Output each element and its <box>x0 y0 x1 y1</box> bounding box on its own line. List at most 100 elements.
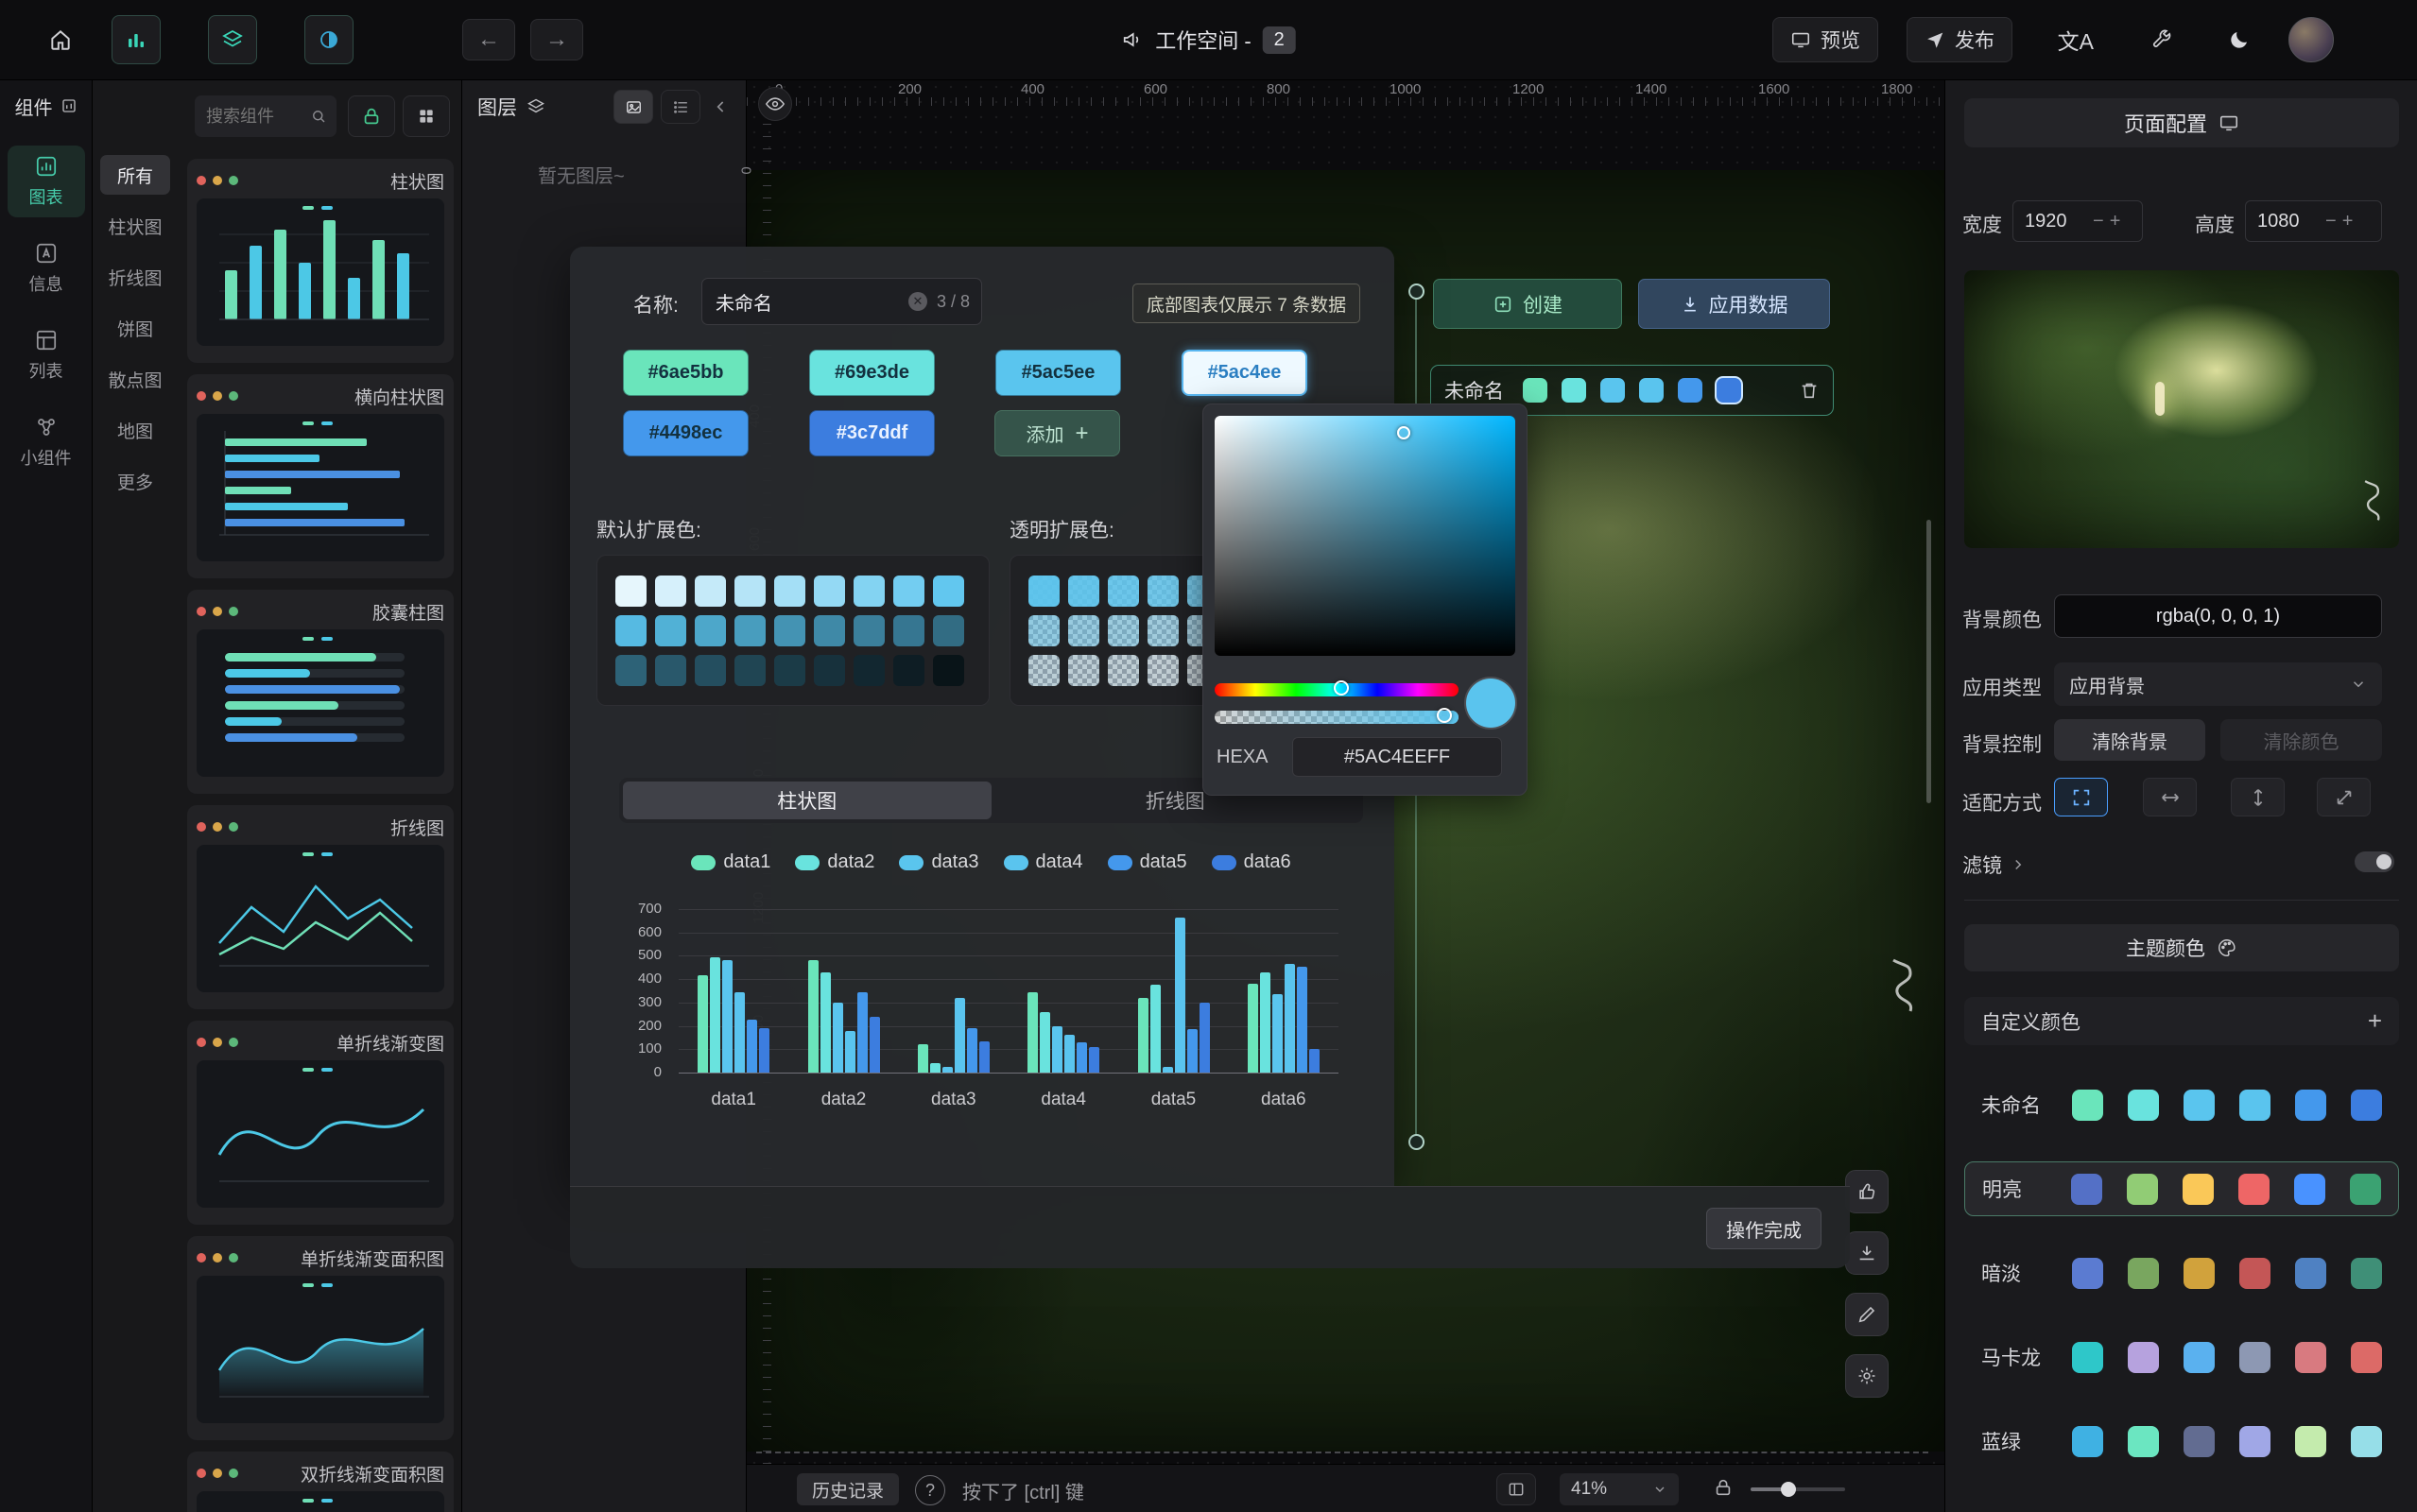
extended-color-swatch[interactable] <box>655 615 686 646</box>
theme-row-明亮[interactable]: 明亮 <box>1964 1161 2399 1216</box>
extended-color-swatch[interactable] <box>655 655 686 686</box>
history-button[interactable]: 历史记录 <box>797 1473 899 1505</box>
item-color-swatch[interactable] <box>1523 378 1547 403</box>
hue-slider[interactable] <box>1215 683 1459 696</box>
publish-button[interactable]: 发布 <box>1907 17 2012 62</box>
legend-item-data3[interactable]: data3 <box>899 851 978 873</box>
trash-icon[interactable] <box>1799 380 1820 401</box>
extended-color-swatch[interactable] <box>774 655 805 686</box>
extended-color-swatch[interactable] <box>854 655 885 686</box>
legend-item-data2[interactable]: data2 <box>795 851 874 873</box>
color-chip-#5ac4ee[interactable]: #5ac4ee <box>1182 350 1307 396</box>
color-chip-#4498ec[interactable]: #4498ec <box>623 410 749 456</box>
extended-color-swatch[interactable] <box>814 655 845 686</box>
page-width-input[interactable] <box>2023 210 2087 233</box>
theme-row-未命名[interactable]: 未命名 <box>1964 1077 2399 1132</box>
plus-stepper-icon[interactable]: + <box>2110 211 2121 232</box>
layout-grid-button[interactable] <box>403 95 450 137</box>
transparent-color-swatch[interactable] <box>1108 576 1139 607</box>
alpha-slider[interactable] <box>1215 711 1459 724</box>
layers-list-view-button[interactable] <box>661 90 700 124</box>
download-button[interactable] <box>1845 1231 1889 1275</box>
extended-color-swatch[interactable] <box>814 615 845 646</box>
zoom-lock-icon[interactable] <box>1713 1477 1734 1498</box>
transparent-color-swatch[interactable] <box>1028 655 1060 686</box>
clear-background-button[interactable]: 清除背景 <box>2054 719 2205 761</box>
transparent-color-swatch[interactable] <box>1108 615 1139 646</box>
zoom-select[interactable]: 41% <box>1560 1473 1679 1505</box>
extended-color-swatch[interactable] <box>933 576 964 607</box>
transparent-color-swatch[interactable] <box>1068 615 1099 646</box>
alpha-slider-thumb[interactable] <box>1437 708 1452 723</box>
chevron-right-icon[interactable] <box>2010 856 2027 873</box>
extended-color-swatch[interactable] <box>695 615 726 646</box>
hue-slider-thumb[interactable] <box>1334 680 1349 696</box>
selection-handle-top[interactable] <box>1408 284 1424 300</box>
add-custom-color-icon[interactable]: + <box>2368 1006 2382 1036</box>
clear-color-button[interactable]: 清除颜色 <box>2220 719 2382 761</box>
item-color-swatch[interactable] <box>1639 378 1664 403</box>
extended-color-swatch[interactable] <box>695 655 726 686</box>
extended-color-swatch[interactable] <box>655 576 686 607</box>
height-input[interactable]: − + <box>2245 200 2382 242</box>
extended-color-swatch[interactable] <box>774 615 805 646</box>
apply-data-button[interactable]: 应用数据 <box>1638 279 1830 329</box>
saturation-area[interactable] <box>1215 416 1515 656</box>
extended-color-swatch[interactable] <box>893 576 924 607</box>
plus-stepper-icon[interactable]: + <box>2342 211 2354 232</box>
preview-panel-button[interactable] <box>1496 1473 1536 1505</box>
lock-library-button[interactable] <box>348 95 395 137</box>
component-card-折线图[interactable]: 折线图 <box>187 805 454 1009</box>
extended-color-swatch[interactable] <box>893 615 924 646</box>
extended-color-swatch[interactable] <box>734 576 766 607</box>
avatar[interactable] <box>2288 17 2334 62</box>
fit-screen-button[interactable] <box>2054 778 2108 816</box>
legend-item-data5[interactable]: data5 <box>1108 851 1187 873</box>
name-input[interactable]: ✕ 3 / 8 <box>701 278 982 325</box>
category-所有[interactable]: 所有 <box>100 155 170 195</box>
home-button[interactable] <box>36 15 85 64</box>
bg-color-input[interactable] <box>2054 594 2382 638</box>
extended-color-swatch[interactable] <box>734 615 766 646</box>
canvas-scrollbar[interactable] <box>1926 520 1931 803</box>
background-image-preview[interactable] <box>1964 270 2399 548</box>
extended-color-swatch[interactable] <box>893 655 924 686</box>
preview-button[interactable]: 预览 <box>1772 17 1878 62</box>
zoom-slider-thumb[interactable] <box>1781 1482 1796 1497</box>
component-search-input[interactable] <box>195 95 337 137</box>
language-button[interactable]: 文A <box>2058 24 2094 56</box>
category-折线图[interactable]: 折线图 <box>100 257 170 297</box>
extended-color-swatch[interactable] <box>774 576 805 607</box>
extended-color-swatch[interactable] <box>615 615 647 646</box>
legend-item-data6[interactable]: data6 <box>1212 851 1291 873</box>
color-chip-#69e3de[interactable]: #69e3de <box>809 350 935 396</box>
like-button[interactable] <box>1845 1170 1889 1213</box>
chart-mode-button[interactable] <box>112 15 161 64</box>
transparent-color-swatch[interactable] <box>1068 655 1099 686</box>
component-card-胶囊柱图[interactable]: 胶囊柱图 <box>187 590 454 794</box>
category-柱状图[interactable]: 柱状图 <box>100 206 170 246</box>
category-更多[interactable]: 更多 <box>100 461 170 501</box>
app-type-select[interactable]: 应用背景 <box>2054 662 2382 706</box>
rail-item-图表[interactable]: 图表 <box>8 146 85 217</box>
item-color-swatch[interactable] <box>1600 378 1625 403</box>
clear-input-icon[interactable]: ✕ <box>908 292 927 311</box>
fit-width-button[interactable] <box>2143 778 2197 816</box>
category-散点图[interactable]: 散点图 <box>100 359 170 399</box>
width-input[interactable]: − + <box>2012 200 2143 242</box>
component-card-横向柱状图[interactable]: 横向柱状图 <box>187 374 454 578</box>
item-color-swatch[interactable] <box>1562 378 1586 403</box>
transparent-color-swatch[interactable] <box>1108 655 1139 686</box>
extended-color-swatch[interactable] <box>615 655 647 686</box>
legend-item-data4[interactable]: data4 <box>1004 851 1083 873</box>
transparent-color-swatch[interactable] <box>1028 615 1060 646</box>
extended-color-swatch[interactable] <box>814 576 845 607</box>
search-input[interactable] <box>204 106 299 128</box>
theme-row-马卡龙[interactable]: 马卡龙 <box>1964 1330 2399 1384</box>
extended-color-swatch[interactable] <box>615 576 647 607</box>
transparent-color-swatch[interactable] <box>1148 615 1179 646</box>
tab-bar-chart[interactable]: 柱状图 <box>623 782 992 819</box>
saturation-cursor[interactable] <box>1397 426 1410 439</box>
hexa-input[interactable] <box>1292 737 1502 777</box>
zoom-slider[interactable] <box>1751 1487 1845 1491</box>
